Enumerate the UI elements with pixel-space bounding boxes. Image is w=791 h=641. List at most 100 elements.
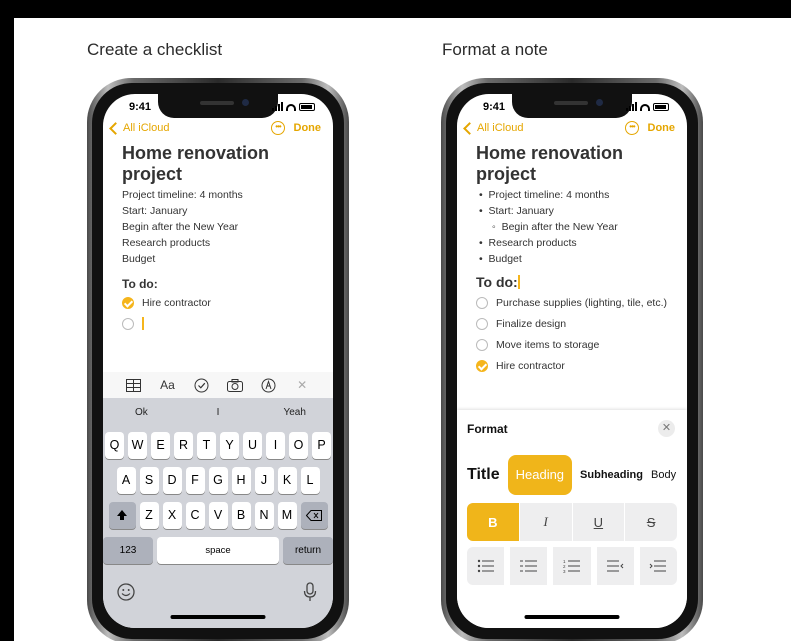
key-p[interactable]: P [312,432,331,459]
style-heading[interactable]: Heading [507,455,573,495]
back-button[interactable]: All iCloud [463,121,524,135]
note-title[interactable]: Home renovation project [122,143,333,185]
space-key[interactable]: space [157,537,279,564]
emoji-icon[interactable] [117,583,135,606]
style-body[interactable]: Body [651,469,676,481]
backspace-key[interactable] [300,502,328,529]
checklist-item[interactable]: Hire contractor [476,360,565,372]
table-icon[interactable] [126,377,142,393]
back-label: All iCloud [123,122,170,134]
key-e[interactable]: E [151,432,170,459]
key-y[interactable]: Y [220,432,239,459]
battery-icon [653,103,669,111]
note-line: Budget [122,253,156,265]
status-icons [626,102,669,111]
note-title[interactable]: Home renovation project [476,143,687,185]
camera-dot [596,99,603,106]
done-button[interactable]: Done [294,122,322,134]
style-title[interactable]: Title [467,466,500,484]
note-body[interactable]: • Project timeline: 4 months • Start: Ja… [479,187,618,267]
close-icon[interactable]: ✕ [658,420,675,437]
notch [158,94,278,118]
chevron-left-icon [109,121,122,135]
dashed-list-icon[interactable] [510,547,548,585]
sub-bullet-item: ◦ Begin after the New Year [492,221,618,233]
back-label: All iCloud [477,122,524,134]
underline-button[interactable]: U [572,503,625,541]
key-c[interactable]: C [185,502,205,529]
key-n[interactable]: N [254,502,274,529]
empty-circle-icon[interactable] [476,318,488,330]
camera-icon[interactable] [226,377,243,393]
more-icon[interactable]: ••• [271,121,285,135]
done-button[interactable]: Done [648,122,676,134]
empty-circle-icon[interactable] [476,297,488,309]
suggestion[interactable]: I [180,398,257,428]
key-w[interactable]: W [128,432,147,459]
key-x[interactable]: X [162,502,182,529]
more-icon[interactable]: ••• [625,121,639,135]
text-format-icon[interactable]: Aa [159,377,175,393]
key-z[interactable]: Z [139,502,159,529]
key-s[interactable]: S [139,467,159,494]
microphone-icon[interactable] [303,582,317,607]
bullet-item: • Project timeline: 4 months [479,189,610,201]
empty-circle-icon[interactable] [122,317,134,330]
key-d[interactable]: D [162,467,182,494]
key-b[interactable]: B [231,502,251,529]
markup-icon[interactable] [260,377,276,393]
empty-circle-icon[interactable] [476,339,488,351]
note-body[interactable]: Project timeline: 4 months Start: Januar… [122,187,243,267]
key-g[interactable]: G [208,467,228,494]
checklist-icon[interactable] [193,377,209,393]
checklist-text: Hire contractor [496,360,565,372]
checklist-item[interactable]: Purchase supplies (lighting, tile, etc.) [476,297,667,309]
key-m[interactable]: M [277,502,297,529]
key-k[interactable]: K [277,467,297,494]
note-line: Start: January [122,205,188,217]
key-j[interactable]: J [254,467,274,494]
checklist-item[interactable]: Move items to storage [476,339,599,351]
key-f[interactable]: F [185,467,205,494]
phone-bezel: 9:41 All iCloud ••• Done Home renovation… [92,83,344,639]
back-button[interactable]: All iCloud [109,121,170,135]
shift-key[interactable] [108,502,136,529]
phone-screen: 9:41 All iCloud ••• Done Home renovation… [103,94,333,628]
speaker [200,101,234,105]
close-icon[interactable]: ✕ [294,377,310,393]
suggestion[interactable]: Yeah [256,398,333,428]
italic-button[interactable]: I [519,503,572,541]
numbers-key[interactable]: 123 [103,537,153,564]
phone-format: 9:41 All iCloud ••• Done Home renovation… [441,78,703,641]
checked-circle-icon[interactable] [476,360,488,372]
key-o[interactable]: O [289,432,308,459]
key-a[interactable]: A [116,467,136,494]
checklist-item[interactable]: Hire contractor [122,297,211,309]
checklist-text: Purchase supplies (lighting, tile, etc.) [496,297,667,309]
phone-screen: 9:41 All iCloud ••• Done Home renovation… [457,94,687,628]
key-l[interactable]: L [300,467,320,494]
key-t[interactable]: T [197,432,216,459]
style-subheading[interactable]: Subheading [580,469,643,481]
key-r[interactable]: R [174,432,193,459]
bullet-item: • Research products [479,237,577,249]
key-q[interactable]: Q [105,432,124,459]
key-i[interactable]: I [266,432,285,459]
letter-keys: ZXCVBNM [139,502,297,529]
checklist-item[interactable]: Finalize design [476,318,566,330]
signal-icon [626,102,637,111]
suggestion[interactable]: Ok [103,398,180,428]
bold-button[interactable]: B [467,503,519,541]
key-h[interactable]: H [231,467,251,494]
checklist-item[interactable] [122,317,144,330]
numbered-list-icon[interactable]: 123 [553,547,591,585]
bullet-item: • Budget [479,253,522,265]
bulleted-list-icon[interactable] [467,547,505,585]
key-u[interactable]: U [243,432,262,459]
checked-circle-icon[interactable] [122,297,134,309]
strikethrough-button[interactable]: S [625,503,677,541]
key-v[interactable]: V [208,502,228,529]
return-key[interactable]: return [283,537,333,564]
indent-icon[interactable] [639,547,677,585]
outdent-icon[interactable] [596,547,634,585]
